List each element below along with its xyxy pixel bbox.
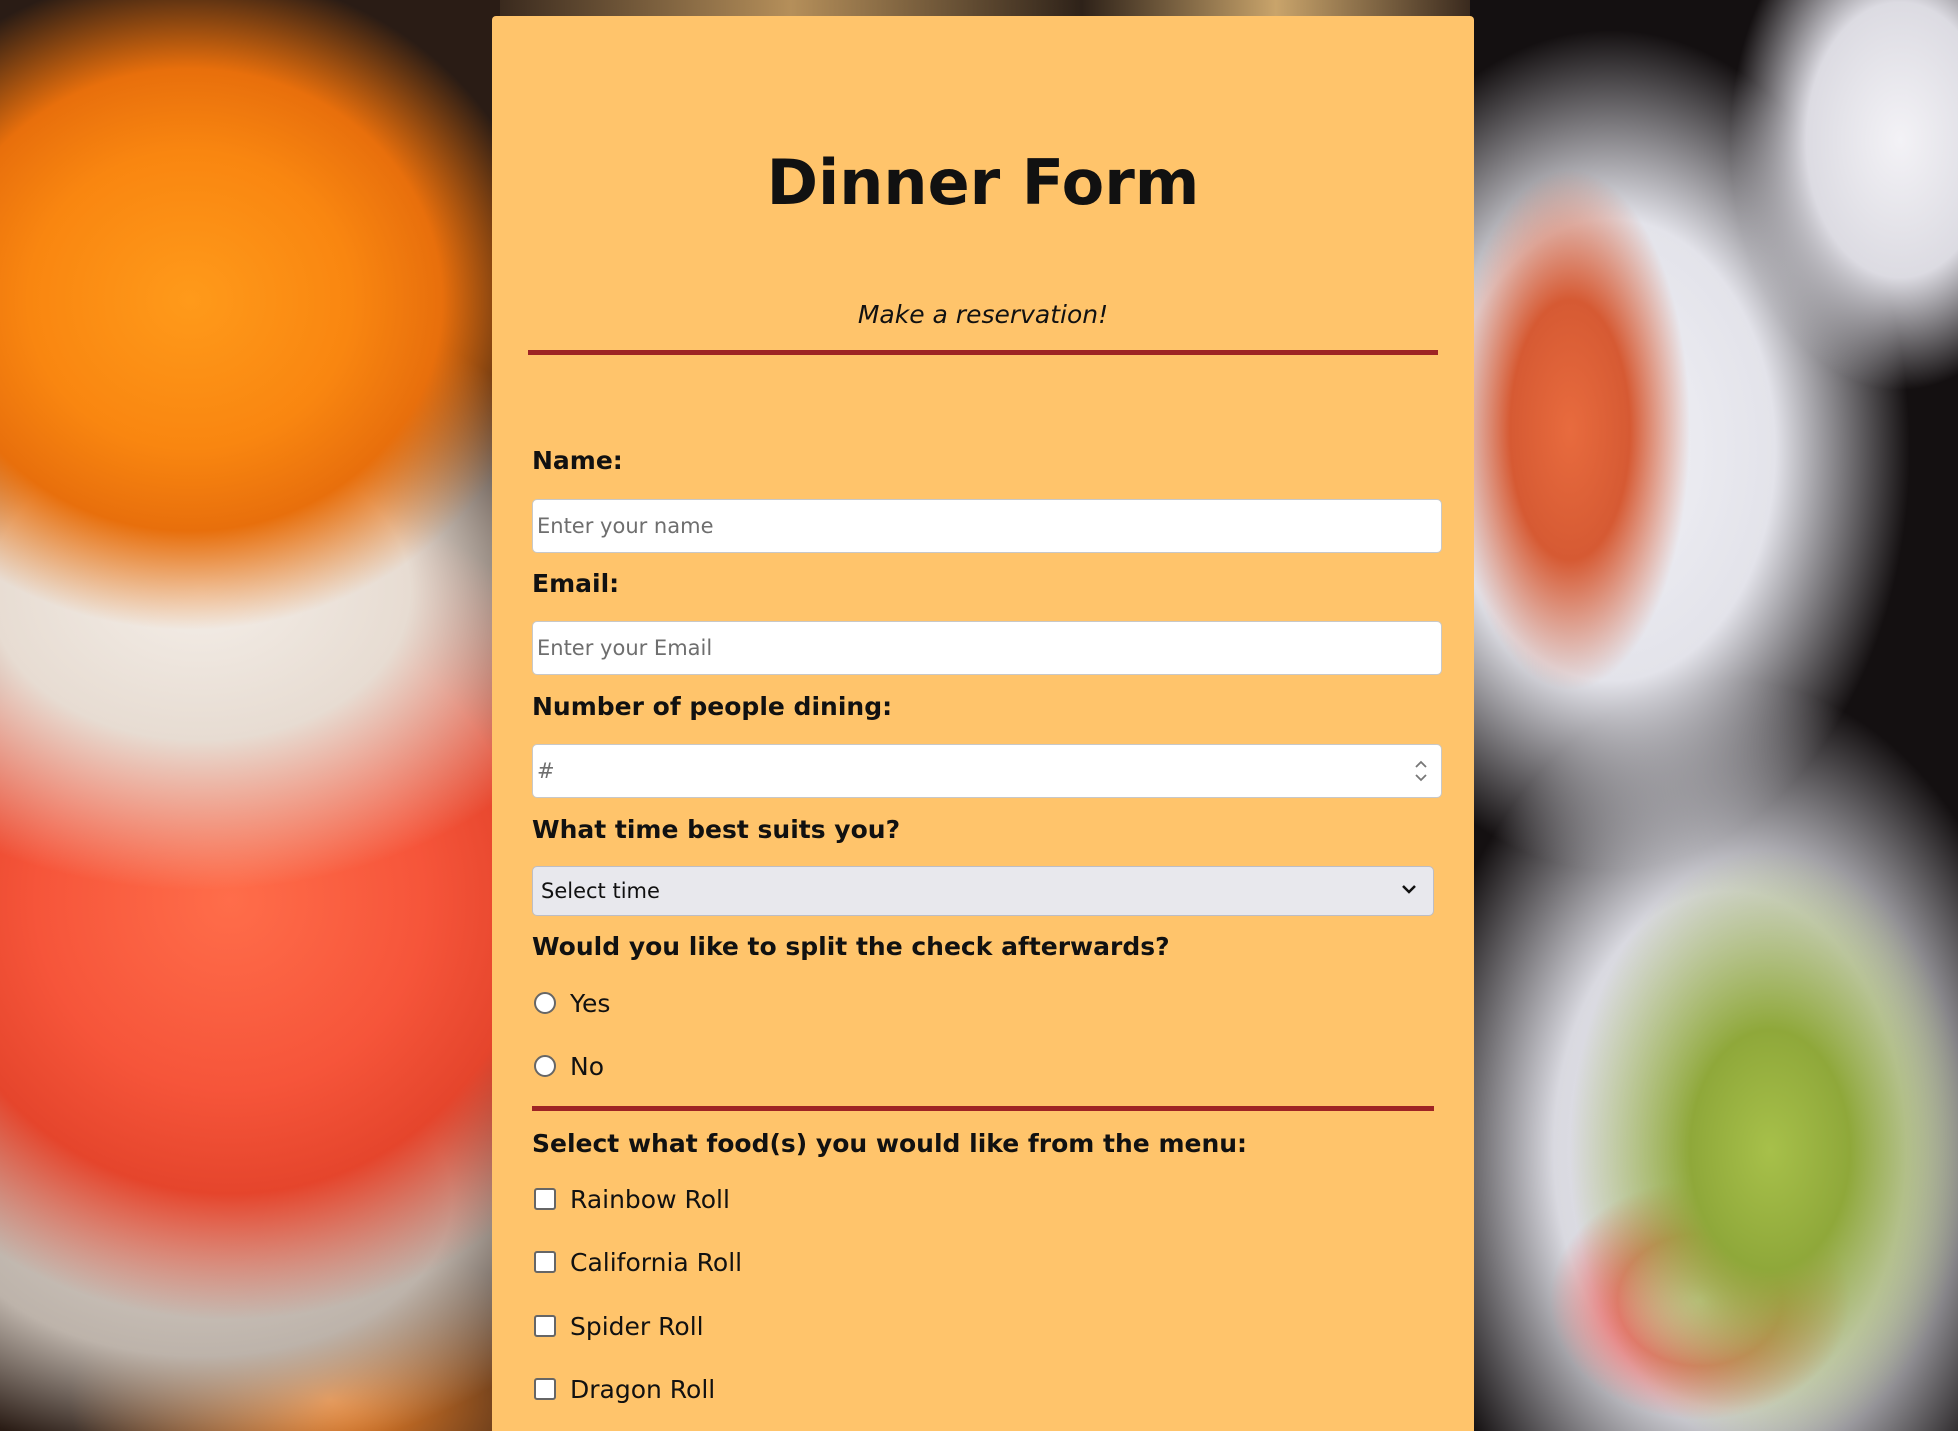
header-divider: [528, 350, 1438, 355]
checkbox[interactable]: [534, 1378, 556, 1400]
menu-label: Select what food(s) you would like from …: [532, 1129, 1248, 1158]
name-input[interactable]: [532, 499, 1442, 553]
radio-label: No: [570, 1051, 604, 1081]
people-count-input[interactable]: [532, 744, 1442, 798]
people-count-field: [532, 744, 1442, 798]
time-label: What time best suits you?: [532, 815, 901, 844]
checkbox[interactable]: [534, 1251, 556, 1273]
checkbox-label: Spider Roll: [570, 1311, 704, 1341]
menu-item-california-roll[interactable]: California Roll: [532, 1245, 742, 1279]
spinner-arrows-icon[interactable]: [1410, 754, 1432, 788]
email-input[interactable]: [532, 621, 1442, 675]
checkbox-label: Rainbow Roll: [570, 1184, 730, 1214]
section-divider: [532, 1106, 1434, 1111]
chevron-down-icon: [1402, 885, 1416, 894]
menu-item-dragon-roll[interactable]: Dragon Roll: [532, 1372, 715, 1406]
radio-label: Yes: [570, 988, 611, 1018]
name-label: Name:: [532, 446, 623, 475]
split-check-label: Would you like to split the check afterw…: [532, 932, 1170, 961]
menu-item-rainbow-roll[interactable]: Rainbow Roll: [532, 1182, 730, 1216]
sushi-background-left: [0, 0, 500, 1431]
radio-button[interactable]: [534, 992, 556, 1014]
page-title: Dinner Form: [766, 146, 1200, 219]
sushi-background-right: [1470, 0, 1958, 1431]
time-select[interactable]: Select time: [532, 866, 1434, 916]
menu-item-spider-roll[interactable]: Spider Roll: [532, 1309, 704, 1343]
radio-button[interactable]: [534, 1055, 556, 1077]
time-select-value: Select time: [541, 879, 660, 903]
checkbox[interactable]: [534, 1188, 556, 1210]
checkbox-label: Dragon Roll: [570, 1374, 716, 1404]
page-subtitle: Make a reservation!: [857, 300, 1109, 329]
checkbox-label: California Roll: [570, 1247, 743, 1277]
email-label: Email:: [532, 569, 620, 598]
checkbox[interactable]: [534, 1315, 556, 1337]
split-check-no[interactable]: No: [532, 1049, 604, 1083]
split-check-yes[interactable]: Yes: [532, 986, 610, 1020]
dinner-form-panel: Dinner Form Make a reservation! Name: Em…: [492, 16, 1474, 1431]
people-count-label: Number of people dining:: [532, 692, 893, 721]
